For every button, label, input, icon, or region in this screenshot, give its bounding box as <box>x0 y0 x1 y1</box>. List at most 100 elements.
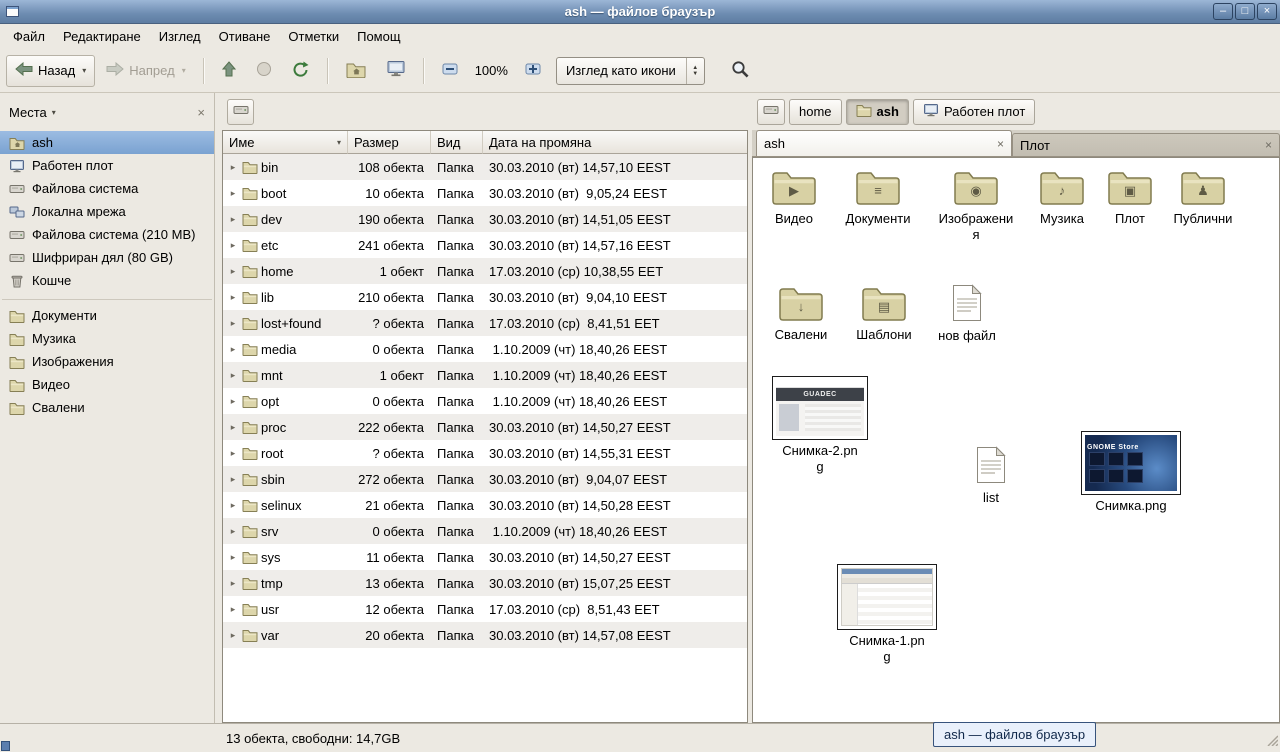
resize-grip-icon[interactable] <box>1265 733 1278 749</box>
table-row[interactable]: ▸srv0 обектаПапка 1.10.2009 (чт) 18,40,2… <box>223 518 747 544</box>
icon-item-11[interactable]: GNOME StoreСнимка.png <box>1083 431 1179 514</box>
sidebar-item-10[interactable]: Видео <box>0 373 214 396</box>
expander-icon[interactable]: ▸ <box>227 578 239 589</box>
column-header-type[interactable]: Вид <box>431 131 483 154</box>
expander-icon[interactable]: ▸ <box>227 526 239 537</box>
expander-icon[interactable]: ▸ <box>227 552 239 563</box>
expander-icon[interactable]: ▸ <box>227 292 239 303</box>
expander-icon[interactable]: ▸ <box>227 318 239 329</box>
expander-icon[interactable]: ▸ <box>227 448 239 459</box>
table-row[interactable]: ▸sbin272 обектаПапка30.03.2010 (вт) 9,04… <box>223 466 747 492</box>
expander-icon[interactable]: ▸ <box>227 344 239 355</box>
reload-button[interactable] <box>283 55 319 87</box>
icon-item-2[interactable]: ◉Изображения <box>928 168 1024 243</box>
table-row[interactable]: ▸root? обектаПапка30.03.2010 (вт) 14,55,… <box>223 440 747 466</box>
table-row[interactable]: ▸lost+found? обектаПапка17.03.2010 (ср) … <box>223 310 747 336</box>
table-row[interactable]: ▸var20 обектаПапка30.03.2010 (вт) 14,57,… <box>223 622 747 648</box>
sidebar-item-7[interactable]: Документи <box>0 304 214 327</box>
menu-item-0[interactable]: Файл <box>4 26 54 47</box>
path-button-ash[interactable]: ash <box>846 99 909 125</box>
menu-item-1[interactable]: Редактиране <box>54 26 150 47</box>
sidebar-item-5[interactable]: Шифриран дял (80 GB) <box>0 246 214 269</box>
menu-item-5[interactable]: Помощ <box>348 26 409 47</box>
menu-item-2[interactable]: Изглед <box>150 26 210 47</box>
expander-icon[interactable]: ▸ <box>227 604 239 615</box>
sidebar-title[interactable]: Места <box>9 105 47 120</box>
tab-close-icon[interactable]: × <box>1265 138 1272 152</box>
table-row[interactable]: ▸mnt1 обектПапка 1.10.2009 (чт) 18,40,26… <box>223 362 747 388</box>
expander-icon[interactable]: ▸ <box>227 422 239 433</box>
column-header-size[interactable]: Размер <box>348 131 431 154</box>
path-button-drive[interactable] <box>757 99 785 125</box>
icon-item-0[interactable]: ▶Видео <box>752 168 842 227</box>
up-button[interactable] <box>213 55 245 87</box>
root-location-button[interactable] <box>227 99 254 125</box>
icon-item-6[interactable]: ↓Свалени <box>753 284 849 343</box>
sidebar-item-8[interactable]: Музика <box>0 327 214 350</box>
home-button[interactable] <box>337 55 375 87</box>
table-row[interactable]: ▸opt0 обектаПапка 1.10.2009 (чт) 18,40,2… <box>223 388 747 414</box>
column-header-name[interactable]: Име ▾ <box>223 131 348 154</box>
maximize-button[interactable]: □ <box>1235 3 1255 20</box>
table-row[interactable]: ▸dev190 обектаПапка30.03.2010 (вт) 14,51… <box>223 206 747 232</box>
table-row[interactable]: ▸proc222 обектаПапка30.03.2010 (вт) 14,5… <box>223 414 747 440</box>
expander-icon[interactable]: ▸ <box>227 162 239 173</box>
menu-item-3[interactable]: Отиване <box>210 26 280 47</box>
tab-close-icon[interactable]: × <box>997 137 1004 151</box>
icon-item-10[interactable]: list <box>943 446 1039 506</box>
combo-spinner-icon[interactable]: ▲▼ <box>686 58 704 84</box>
sidebar-item-0[interactable]: ash <box>0 131 214 154</box>
icon-item-5[interactable]: ♟Публични <box>1155 168 1251 227</box>
table-row[interactable]: ▸boot10 обектаПапка30.03.2010 (вт) 9,05,… <box>223 180 747 206</box>
sidebar-item-6[interactable]: Кошче <box>0 269 214 292</box>
back-button[interactable]: Назад ▾ <box>6 55 95 87</box>
search-button[interactable] <box>721 55 759 87</box>
sidebar-close-icon[interactable]: × <box>197 105 205 120</box>
column-header-date[interactable]: Дата на промяна <box>483 131 747 154</box>
table-row[interactable]: ▸media0 обектаПапка 1.10.2009 (чт) 18,40… <box>223 336 747 362</box>
stop-button[interactable] <box>247 55 281 87</box>
icon-view[interactable]: ▶Видео≡Документи◉Изображения♪Музика▣Плот… <box>752 157 1280 723</box>
table-row[interactable]: ▸tmp13 обектаПапка30.03.2010 (вт) 15,07,… <box>223 570 747 596</box>
icon-item-8[interactable]: нов файл <box>919 284 1015 344</box>
sidebar-item-3[interactable]: Локална мрежа <box>0 200 214 223</box>
expander-icon[interactable]: ▸ <box>227 500 239 511</box>
expander-icon[interactable]: ▸ <box>227 240 239 251</box>
close-button[interactable]: × <box>1257 3 1277 20</box>
icon-item-12[interactable]: Снимка-1.png <box>839 564 935 665</box>
expander-icon[interactable]: ▸ <box>227 630 239 641</box>
sidebar-item-11[interactable]: Свалени <box>0 396 214 419</box>
zoom-out-button[interactable] <box>433 55 467 87</box>
tab-Плот[interactable]: Плот× <box>1012 133 1280 156</box>
sidebar-item-2[interactable]: Файлова система <box>0 177 214 200</box>
icon-item-9[interactable]: GUADECСнимка-2.png <box>772 376 868 475</box>
sidebar-item-4[interactable]: Файлова система (210 MB) <box>0 223 214 246</box>
expander-icon[interactable]: ▸ <box>227 396 239 407</box>
computer-button[interactable] <box>377 55 415 87</box>
menu-item-4[interactable]: Отметки <box>279 26 348 47</box>
expander-icon[interactable]: ▸ <box>227 370 239 381</box>
table-row[interactable]: ▸etc241 обектаПапка30.03.2010 (вт) 14,57… <box>223 232 747 258</box>
forward-button[interactable]: Напред ▾ <box>97 55 194 87</box>
table-row[interactable]: ▸sys11 обектаПапка30.03.2010 (вт) 14,50,… <box>223 544 747 570</box>
back-history-chevron-icon[interactable]: ▾ <box>82 66 86 75</box>
zoom-in-button[interactable] <box>516 55 550 87</box>
table-row[interactable]: ▸bin108 обектаПапка30.03.2010 (вт) 14,57… <box>223 154 747 180</box>
pane-splitter[interactable] <box>215 93 222 723</box>
table-row[interactable]: ▸home1 обектПапка17.03.2010 (ср) 10,38,5… <box>223 258 747 284</box>
minimize-button[interactable]: – <box>1213 3 1233 20</box>
table-row[interactable]: ▸selinux21 обектаПапка30.03.2010 (вт) 14… <box>223 492 747 518</box>
view-mode-select[interactable]: Изглед като икони ▲▼ <box>556 57 705 85</box>
icon-item-7[interactable]: ▤Шаблони <box>836 284 932 343</box>
zoom-level[interactable]: 100% <box>469 63 514 78</box>
path-button-Работен плот[interactable]: Работен плот <box>913 99 1035 125</box>
sidebar-item-1[interactable]: Работен плот <box>0 154 214 177</box>
table-row[interactable]: ▸lib210 обектаПапка30.03.2010 (вт) 9,04,… <box>223 284 747 310</box>
icon-item-1[interactable]: ≡Документи <box>830 168 926 227</box>
expander-icon[interactable]: ▸ <box>227 214 239 225</box>
chevron-down-icon[interactable]: ▾ <box>52 108 56 117</box>
expander-icon[interactable]: ▸ <box>227 474 239 485</box>
path-button-home[interactable]: home <box>789 99 842 125</box>
sidebar-item-9[interactable]: Изображения <box>0 350 214 373</box>
expander-icon[interactable]: ▸ <box>227 188 239 199</box>
